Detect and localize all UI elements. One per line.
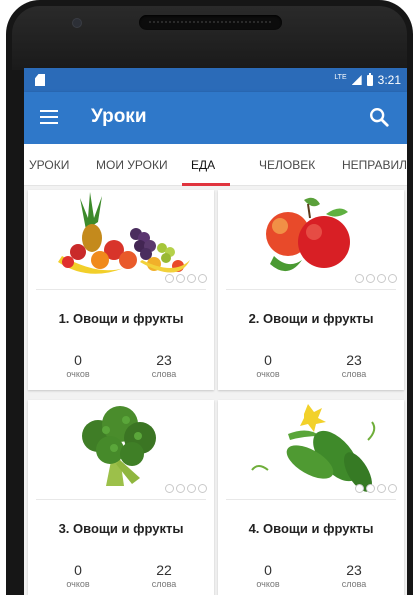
page-title: Уроки — [91, 106, 147, 127]
rating-circle-icon — [187, 274, 196, 283]
rating-stars — [165, 484, 207, 493]
status-bar: LTE 3:21 — [24, 68, 407, 92]
rating-stars — [355, 274, 397, 283]
rating-circle-icon — [176, 484, 185, 493]
words-label: слова — [341, 579, 367, 589]
tab-human[interactable]: ЧЕЛОВЕК — [259, 158, 315, 172]
points-stat: 0 очков — [238, 562, 298, 589]
earpiece-speaker — [139, 15, 282, 30]
points-stat: 0 очков — [48, 562, 108, 589]
lesson-card[interactable]: 3. Овощи и фрукты 0 очков 22 слова — [28, 400, 214, 595]
rating-circle-icon — [388, 484, 397, 493]
points-label: очков — [256, 579, 280, 589]
rating-stars — [165, 274, 207, 283]
rating-circle-icon — [165, 484, 174, 493]
tab-lessons[interactable]: УРОКИ — [29, 158, 69, 172]
lesson-title: 2. Овощи и фрукты — [248, 311, 374, 326]
app-screen: LTE 3:21 Уроки УРОКИ МОИ УРОКИ ЕДА ЧЕЛОВ… — [24, 68, 407, 595]
lesson-card[interactable]: 4. Овощи и фрукты 0 очков 23 слова — [218, 400, 404, 595]
points-stat: 0 очков — [48, 352, 108, 379]
rating-circle-icon — [355, 484, 364, 493]
lesson-title: 1. Овощи и фрукты — [58, 311, 184, 326]
tab-my-lessons[interactable]: МОИ УРОКИ — [96, 158, 168, 172]
rating-circle-icon — [176, 274, 185, 283]
sim-card-icon — [35, 74, 45, 86]
lesson-card[interactable]: 2. Овощи и фрукты 0 очков 23 слова — [218, 190, 404, 390]
words-value: 23 — [346, 352, 362, 368]
hamburger-menu-icon[interactable] — [40, 110, 58, 124]
points-label: очков — [256, 369, 280, 379]
points-label: очков — [66, 579, 90, 589]
words-stat: 22 слова — [134, 562, 194, 589]
tab-irregular[interactable]: НЕПРАВИЛ — [342, 158, 407, 172]
rating-circle-icon — [198, 274, 207, 283]
rating-circle-icon — [377, 484, 386, 493]
rating-circle-icon — [355, 274, 364, 283]
clock: 3:21 — [377, 73, 401, 87]
app-bar: Уроки — [24, 92, 407, 144]
phone-frame: LTE 3:21 Уроки УРОКИ МОИ УРОКИ ЕДА ЧЕЛОВ… — [0, 0, 419, 595]
points-value: 0 — [264, 352, 272, 368]
words-value: 23 — [156, 352, 172, 368]
words-stat: 23 слова — [134, 352, 194, 379]
points-label: очков — [66, 369, 90, 379]
rating-circle-icon — [366, 274, 375, 283]
network-type: LTE — [334, 73, 347, 81]
rating-circle-icon — [165, 274, 174, 283]
points-value: 0 — [74, 352, 82, 368]
signal-icon — [351, 75, 362, 85]
active-tab-indicator — [182, 183, 230, 186]
words-label: слова — [151, 579, 177, 589]
points-value: 0 — [264, 562, 272, 578]
words-label: слова — [151, 369, 177, 379]
rating-circle-icon — [377, 274, 386, 283]
rating-circle-icon — [388, 274, 397, 283]
words-value: 23 — [346, 562, 362, 578]
lesson-title: 3. Овощи и фрукты — [58, 521, 184, 536]
rating-circle-icon — [366, 484, 375, 493]
lesson-card[interactable]: 1. Овощи и фрукты 0 очков 23 слова — [28, 190, 214, 390]
battery-icon — [366, 72, 373, 86]
category-tabs: УРОКИ МОИ УРОКИ ЕДА ЧЕЛОВЕК НЕПРАВИЛ — [24, 144, 407, 186]
lesson-title: 4. Овощи и фрукты — [248, 521, 374, 536]
tab-food[interactable]: ЕДА — [191, 158, 215, 172]
words-stat: 23 слова — [324, 562, 384, 589]
words-value: 22 — [156, 562, 172, 578]
search-icon[interactable] — [368, 106, 390, 128]
rating-circle-icon — [187, 484, 196, 493]
front-camera — [72, 18, 82, 28]
status-indicators: LTE 3:21 — [334, 68, 401, 92]
words-label: слова — [341, 369, 367, 379]
rating-stars — [355, 484, 397, 493]
points-stat: 0 очков — [238, 352, 298, 379]
words-stat: 23 слова — [324, 352, 384, 379]
rating-circle-icon — [198, 484, 207, 493]
points-value: 0 — [74, 562, 82, 578]
